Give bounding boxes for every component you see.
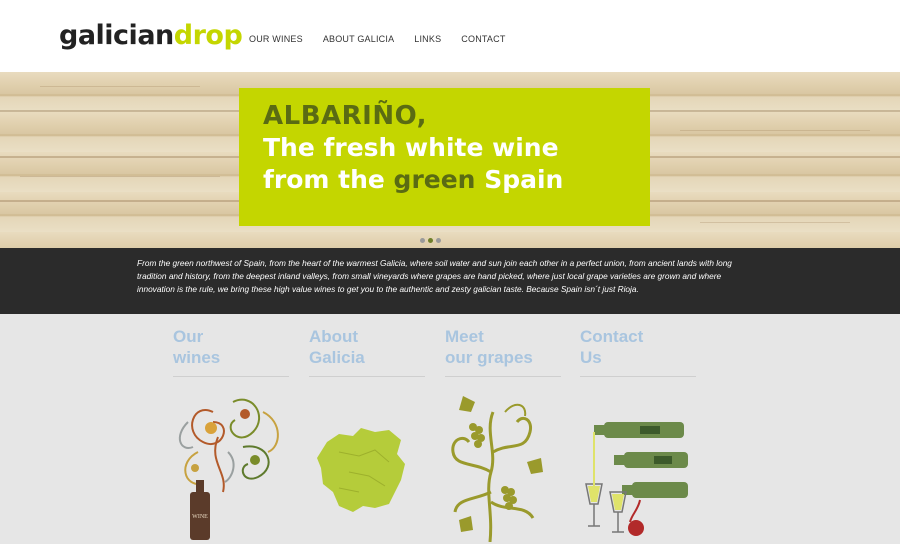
column-divider: [580, 376, 696, 377]
slider-dot-2[interactable]: [428, 238, 433, 243]
column-meet-our-grapes: Meet our grapes: [445, 326, 563, 542]
site-logo[interactable]: galiciandrop: [59, 20, 243, 51]
main-nav: OUR WINES ABOUT GALICIA LINKS CONTACT: [249, 34, 526, 44]
nav-links[interactable]: LINKS: [414, 34, 441, 44]
column-heading-contact-us[interactable]: Contact Us: [580, 326, 698, 368]
bottle-label-text: WINE: [192, 514, 208, 520]
column-heading-meet-our-grapes[interactable]: Meet our grapes: [445, 326, 563, 368]
wood-grain: [40, 86, 200, 87]
hero-title-line3-pre: from the: [263, 165, 394, 194]
hero-title-line3-post: Spain: [475, 165, 564, 194]
hero-title-line3-green: green: [393, 165, 476, 194]
wine-glasses-bottles-icon[interactable]: [580, 392, 698, 542]
column-about-galicia: About Galicia: [309, 326, 427, 512]
column-our-wines: Our wines WINE: [173, 326, 291, 540]
wine-bottle-swirl-icon[interactable]: WINE: [173, 392, 291, 542]
wood-grain: [700, 222, 850, 223]
heading-line1: About: [309, 327, 359, 346]
heading-line1: Contact: [580, 327, 644, 346]
logo-text-accent: drop: [173, 20, 243, 51]
column-contact-us: Contact Us: [580, 326, 698, 536]
galicia-map-icon[interactable]: [309, 392, 427, 542]
nav-about-galicia[interactable]: ABOUT GALICIA: [323, 34, 394, 44]
hero-title-line2: The fresh white wine: [263, 133, 559, 162]
slider-pagination: [420, 238, 441, 243]
grapevine-icon[interactable]: [445, 392, 563, 542]
column-heading-about-galicia[interactable]: About Galicia: [309, 326, 427, 368]
nav-our-wines[interactable]: OUR WINES: [249, 34, 303, 44]
intro-text: From the green northwest of Spain, from …: [137, 258, 732, 295]
heading-line2: Galicia: [309, 348, 365, 367]
slider-dot-3[interactable]: [436, 238, 441, 243]
heading-line2: wines: [173, 348, 221, 367]
heading-line2: our grapes: [445, 348, 533, 367]
heading-line2: Us: [580, 348, 602, 367]
heading-line1: Meet: [445, 327, 484, 346]
wood-grain: [20, 176, 220, 177]
hero-title-line1: ALBARIÑO,: [263, 101, 427, 131]
hero-banner[interactable]: ALBARIÑO, The fresh white wine from the …: [239, 88, 650, 226]
heading-line1: Our: [173, 327, 204, 346]
site-header: galiciandrop OUR WINES ABOUT GALICIA LIN…: [0, 0, 900, 72]
wood-grain: [680, 130, 870, 131]
column-divider: [173, 376, 289, 377]
intro-strip: From the green northwest of Spain, from …: [0, 248, 900, 314]
column-heading-our-wines[interactable]: Our wines: [173, 326, 291, 368]
logo-text-main: galician: [59, 20, 174, 51]
slider-dot-1[interactable]: [420, 238, 425, 243]
column-divider: [309, 376, 425, 377]
column-divider: [445, 376, 561, 377]
hero-slider: ALBARIÑO, The fresh white wine from the …: [0, 72, 900, 248]
hero-title-line3: from the green Spain: [263, 165, 563, 194]
nav-contact[interactable]: CONTACT: [461, 34, 505, 44]
